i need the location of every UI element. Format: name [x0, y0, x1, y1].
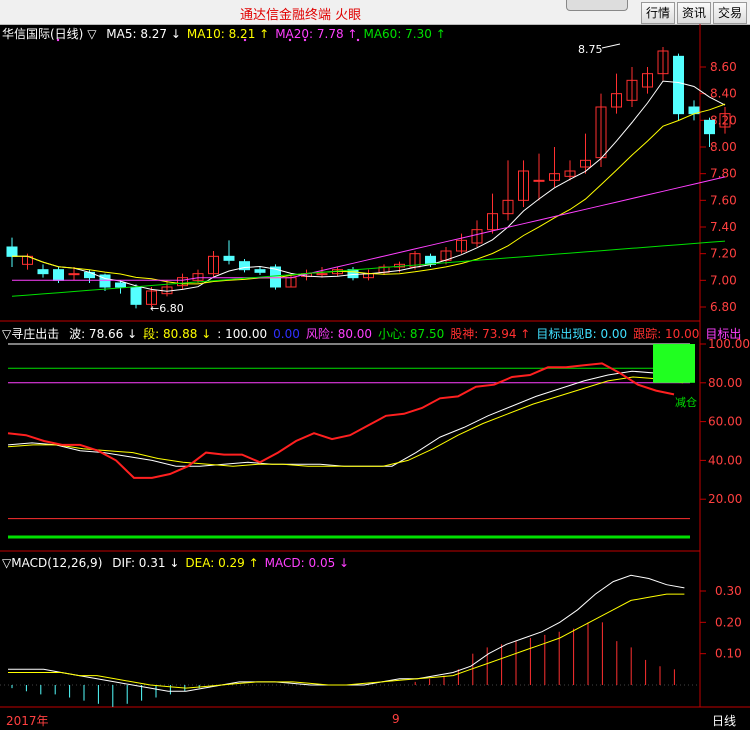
- legend-item: 股神: 73.94 ↑: [450, 327, 531, 341]
- macd-header: ▽MACD(12,26,9) DIF: 0.31 ↓ DEA: 0.29 ↑ MAC…: [2, 556, 349, 570]
- period-button[interactable]: 日线: [712, 712, 736, 729]
- candle-body: [223, 255, 235, 261]
- legend-item: 段: 80.88 ↓: [143, 327, 212, 341]
- y-tick-label: 80.00: [708, 376, 742, 390]
- y-tick-label: 0.20: [715, 615, 742, 629]
- footer-year: 2017年: [6, 714, 49, 728]
- dif-line: [8, 574, 685, 692]
- y-tick-label: 8.00: [710, 140, 737, 154]
- high-price-label: 8.75: [578, 43, 603, 56]
- y-tick-label: 7.20: [710, 247, 737, 261]
- signal-box: [653, 344, 695, 383]
- y-tick-label: 8.40: [710, 87, 737, 101]
- legend-item: MACD: 0.05 ↓: [264, 556, 350, 570]
- legend-item: MA60: 7.30 ↑: [363, 27, 446, 41]
- ma10-line: [12, 103, 726, 285]
- godline: [7, 362, 675, 479]
- main-header: 华信国际(日线) ▽ MA5: 8.27 ↓ MA10: 8.21 ↑ MA20: …: [2, 25, 446, 42]
- high-pointer: [601, 43, 621, 49]
- candle-body: [347, 269, 359, 279]
- wave-line: [7, 370, 681, 467]
- candle-body: [254, 269, 266, 273]
- candle-body: [6, 246, 18, 257]
- candle-body: [37, 269, 49, 275]
- collapse-triangle-icon[interactable]: ▽: [2, 556, 11, 570]
- legend-item: 目标出: [705, 327, 742, 341]
- footer-month: 9: [392, 712, 400, 726]
- collapse-triangle-icon[interactable]: ▽: [87, 27, 96, 41]
- reduce-position-signal: 减仓: [675, 395, 697, 409]
- stock-name: 华信国际(日线): [2, 27, 84, 41]
- indicator-name: 寻庄出击: [11, 327, 60, 341]
- candle-body: [533, 179, 545, 182]
- legend-item: MA5: 8.27 ↓: [106, 27, 181, 41]
- legend-item: 风险: 80.00: [305, 327, 373, 341]
- candle-body: [68, 273, 80, 276]
- candle-body: [115, 282, 126, 288]
- y-tick-label: 60.00: [708, 415, 742, 429]
- y-tick-label: 7.40: [710, 220, 737, 234]
- y-tick-label: 0.30: [715, 584, 742, 598]
- price-panel: 8.608.408.208.007.807.607.407.207.006.80…: [6, 38, 737, 315]
- legend-item: 0.00: [273, 327, 300, 341]
- candle-body: [53, 269, 64, 281]
- macd-panel: 0.30 0.20 0.10: [0, 574, 742, 707]
- legend-item: : 100.00: [217, 327, 268, 341]
- legend-item: 波: 78.66 ↓: [69, 327, 138, 341]
- ma60-line: [11, 240, 726, 297]
- candle-body: [704, 119, 715, 135]
- y-tick-label: 7.80: [710, 167, 737, 181]
- dea-line: [8, 593, 685, 689]
- y-tick-label: 7.00: [710, 273, 737, 287]
- segment-line: [7, 376, 684, 467]
- y-tick-label: 40.00: [708, 453, 742, 467]
- legend-item: 目标出现B: 0.00: [536, 327, 628, 341]
- candle-body: [316, 273, 328, 276]
- candle-body: [130, 286, 142, 305]
- chart-frame: [0, 24, 750, 708]
- y-tick-label: 20.00: [708, 492, 742, 506]
- candle-body: [84, 271, 95, 279]
- legend-item: 跟踪: 10.00: [633, 327, 700, 341]
- y-tick-label: 7.60: [710, 193, 737, 207]
- y-tick-label: 8.60: [710, 60, 737, 74]
- indicator-header: ▽寻庄出击 波: 78.66 ↓ 段: 80.88 ↓ : 100.00 0.00 风险…: [2, 325, 741, 342]
- legend-item: DIF: 0.31 ↓: [112, 556, 180, 570]
- legend-item: MA20: 7.78 ↑: [275, 27, 358, 41]
- y-tick-label: 0.10: [715, 647, 742, 661]
- ma20-line: [12, 176, 726, 281]
- y-tick-label: 6.80: [710, 300, 737, 314]
- indicator-panel: 100.0080.0060.0040.0020.00减仓: [7, 337, 750, 539]
- low-price-label: ←6.80: [150, 302, 184, 315]
- legend-item: MA10: 8.21 ↑: [186, 27, 270, 41]
- chart-area[interactable]: 8.608.408.208.007.807.607.407.207.006.80…: [0, 0, 750, 730]
- candle-body: [673, 55, 684, 115]
- collapse-triangle-icon[interactable]: ▽: [2, 327, 11, 341]
- legend-item: DEA: 0.29 ↑: [185, 556, 259, 570]
- legend-item: 小心: 87.50: [378, 327, 445, 341]
- macd-name: MACD(12,26,9): [11, 556, 103, 570]
